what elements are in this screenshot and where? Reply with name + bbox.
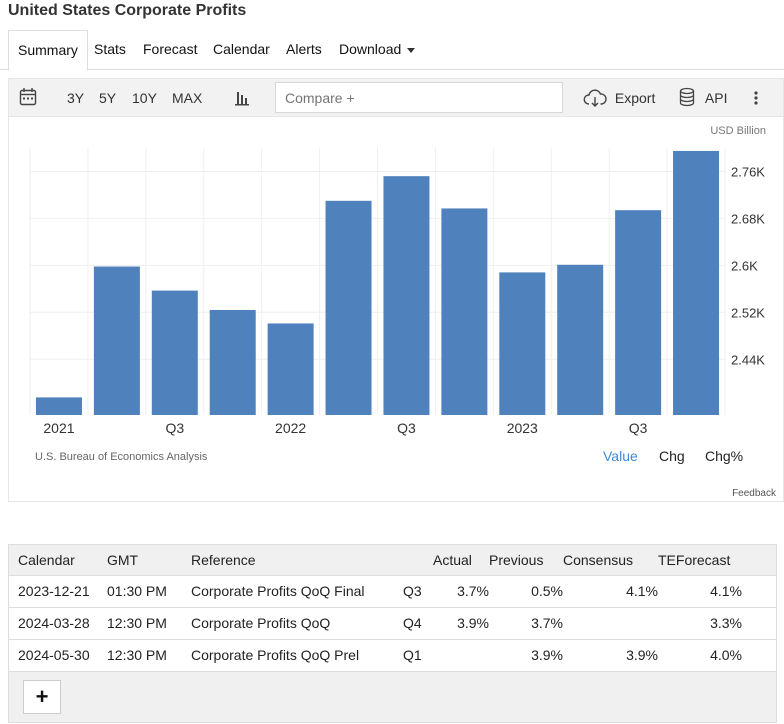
tab-summary[interactable]: Summary <box>8 30 88 71</box>
table-row[interactable]: 2024-03-28 12:30 PM Corporate Profits Qo… <box>9 607 776 640</box>
cell-actual: 3.9% <box>433 607 489 640</box>
tab-download-label: Download <box>339 41 402 57</box>
y-tick-label: 2.68K <box>731 211 765 226</box>
col-teforecast: TEForecast <box>658 545 776 576</box>
x-tick-label: 2022 <box>275 420 306 436</box>
export-button[interactable]: Export <box>583 79 655 117</box>
cell-time: 01:30 PM <box>107 575 191 608</box>
y-tick-label: 2.76K <box>731 164 765 179</box>
chart-toolbar: 3Y 5Y 10Y MAX Export API <box>9 79 783 117</box>
col-previous: Previous <box>489 545 563 576</box>
tab-alerts[interactable]: Alerts <box>286 30 322 70</box>
chevron-down-icon <box>407 47 416 53</box>
calendar-table: Calendar GMT Reference Actual Previous C… <box>8 544 777 723</box>
calendar-footer: + <box>9 671 776 722</box>
tab-download[interactable]: Download <box>339 30 416 70</box>
bar-chart-icon[interactable] <box>234 79 250 117</box>
cloud-download-icon <box>583 89 607 107</box>
bar[interactable] <box>441 208 488 415</box>
x-tick-label: 2023 <box>507 420 538 436</box>
col-actual: Actual <box>433 545 489 576</box>
cell-reference[interactable]: Corporate Profits QoQ Final <box>191 575 403 608</box>
chart-source: U.S. Bureau of Economics Analysis <box>35 451 208 463</box>
range-5y-button[interactable]: 5Y <box>99 79 116 117</box>
cell-consensus: 4.1% <box>563 575 658 608</box>
feedback-link[interactable]: Feedback <box>732 488 776 499</box>
y-tick-label: 2.6K <box>731 258 758 273</box>
col-reference: Reference <box>191 545 403 576</box>
x-tick-label: 2021 <box>43 420 74 436</box>
tab-bar: Summary Stats Forecast Calendar Alerts D… <box>0 30 784 71</box>
bar[interactable] <box>615 210 662 415</box>
range-10y-button[interactable]: 10Y <box>132 79 157 117</box>
bar[interactable] <box>325 200 372 415</box>
cell-period: Q4 <box>403 607 433 640</box>
cell-actual <box>433 639 489 672</box>
y-tick-label: 2.52K <box>731 305 765 320</box>
api-label: API <box>704 90 728 106</box>
database-icon <box>679 87 695 107</box>
api-button[interactable]: API <box>679 79 727 117</box>
cell-consensus: 3.9% <box>563 639 658 672</box>
bar[interactable] <box>383 176 430 415</box>
chart-unit-label: USD Billion <box>710 125 766 137</box>
bar[interactable] <box>267 323 314 415</box>
bar[interactable] <box>557 264 604 415</box>
range-3y-button[interactable]: 3Y <box>67 79 84 117</box>
bar[interactable] <box>673 150 720 415</box>
bar[interactable] <box>93 266 140 415</box>
x-tick-label: Q3 <box>629 420 648 436</box>
table-row[interactable]: 2023-12-21 01:30 PM Corporate Profits Qo… <box>9 575 776 608</box>
mode-chg-pct-button[interactable]: Chg% <box>705 448 743 464</box>
calendar-header-row: Calendar GMT Reference Actual Previous C… <box>9 545 776 576</box>
cell-teforecast: 4.0% <box>658 639 776 672</box>
cell-period: Q1 <box>403 639 433 672</box>
add-event-button[interactable]: + <box>23 679 61 714</box>
cell-teforecast: 3.3% <box>658 607 776 640</box>
tab-calendar[interactable]: Calendar <box>213 30 270 70</box>
cell-date: 2024-05-30 <box>9 639 107 672</box>
col-period <box>403 545 433 576</box>
cell-time: 12:30 PM <box>107 639 191 672</box>
cell-reference[interactable]: Corporate Profits QoQ <box>191 607 403 640</box>
calendar-icon[interactable] <box>19 79 37 117</box>
cell-previous: 0.5% <box>489 575 563 608</box>
x-tick-label: Q3 <box>397 420 416 436</box>
col-calendar: Calendar <box>9 545 107 576</box>
mode-value-button[interactable]: Value <box>603 448 638 464</box>
cell-date: 2023-12-21 <box>9 575 107 608</box>
tab-forecast[interactable]: Forecast <box>143 30 197 70</box>
cell-consensus <box>563 607 658 640</box>
compare-input[interactable] <box>275 82 563 113</box>
export-label: Export <box>614 90 656 106</box>
bar[interactable] <box>35 397 82 415</box>
cell-time: 12:30 PM <box>107 607 191 640</box>
y-tick-label: 2.44K <box>731 352 765 367</box>
range-max-button[interactable]: MAX <box>172 79 202 117</box>
cell-date: 2024-03-28 <box>9 607 107 640</box>
x-tick-label: Q3 <box>165 420 184 436</box>
bar[interactable] <box>209 309 256 415</box>
more-vertical-icon[interactable] <box>753 79 759 117</box>
cell-actual: 3.7% <box>433 575 489 608</box>
cell-previous: 3.7% <box>489 607 563 640</box>
col-consensus: Consensus <box>563 545 658 576</box>
bar-chart: 2.44K 2.52K 2.6K 2.68K 2.76K 2021 Q3 2022 Q3 2023… <box>29 148 765 436</box>
cell-teforecast: 4.1% <box>658 575 776 608</box>
page-title: United States Corporate Profits <box>8 2 247 19</box>
col-gmt: GMT <box>107 545 191 576</box>
cell-previous: 3.9% <box>489 639 563 672</box>
mode-chg-button[interactable]: Chg <box>659 448 685 464</box>
table-row[interactable]: 2024-05-30 12:30 PM Corporate Profits Qo… <box>9 639 776 672</box>
cell-period: Q3 <box>403 575 433 608</box>
tab-stats[interactable]: Stats <box>94 30 126 70</box>
bar[interactable] <box>151 290 198 415</box>
cell-reference[interactable]: Corporate Profits QoQ Prel <box>191 639 403 672</box>
bar[interactable] <box>499 272 546 415</box>
